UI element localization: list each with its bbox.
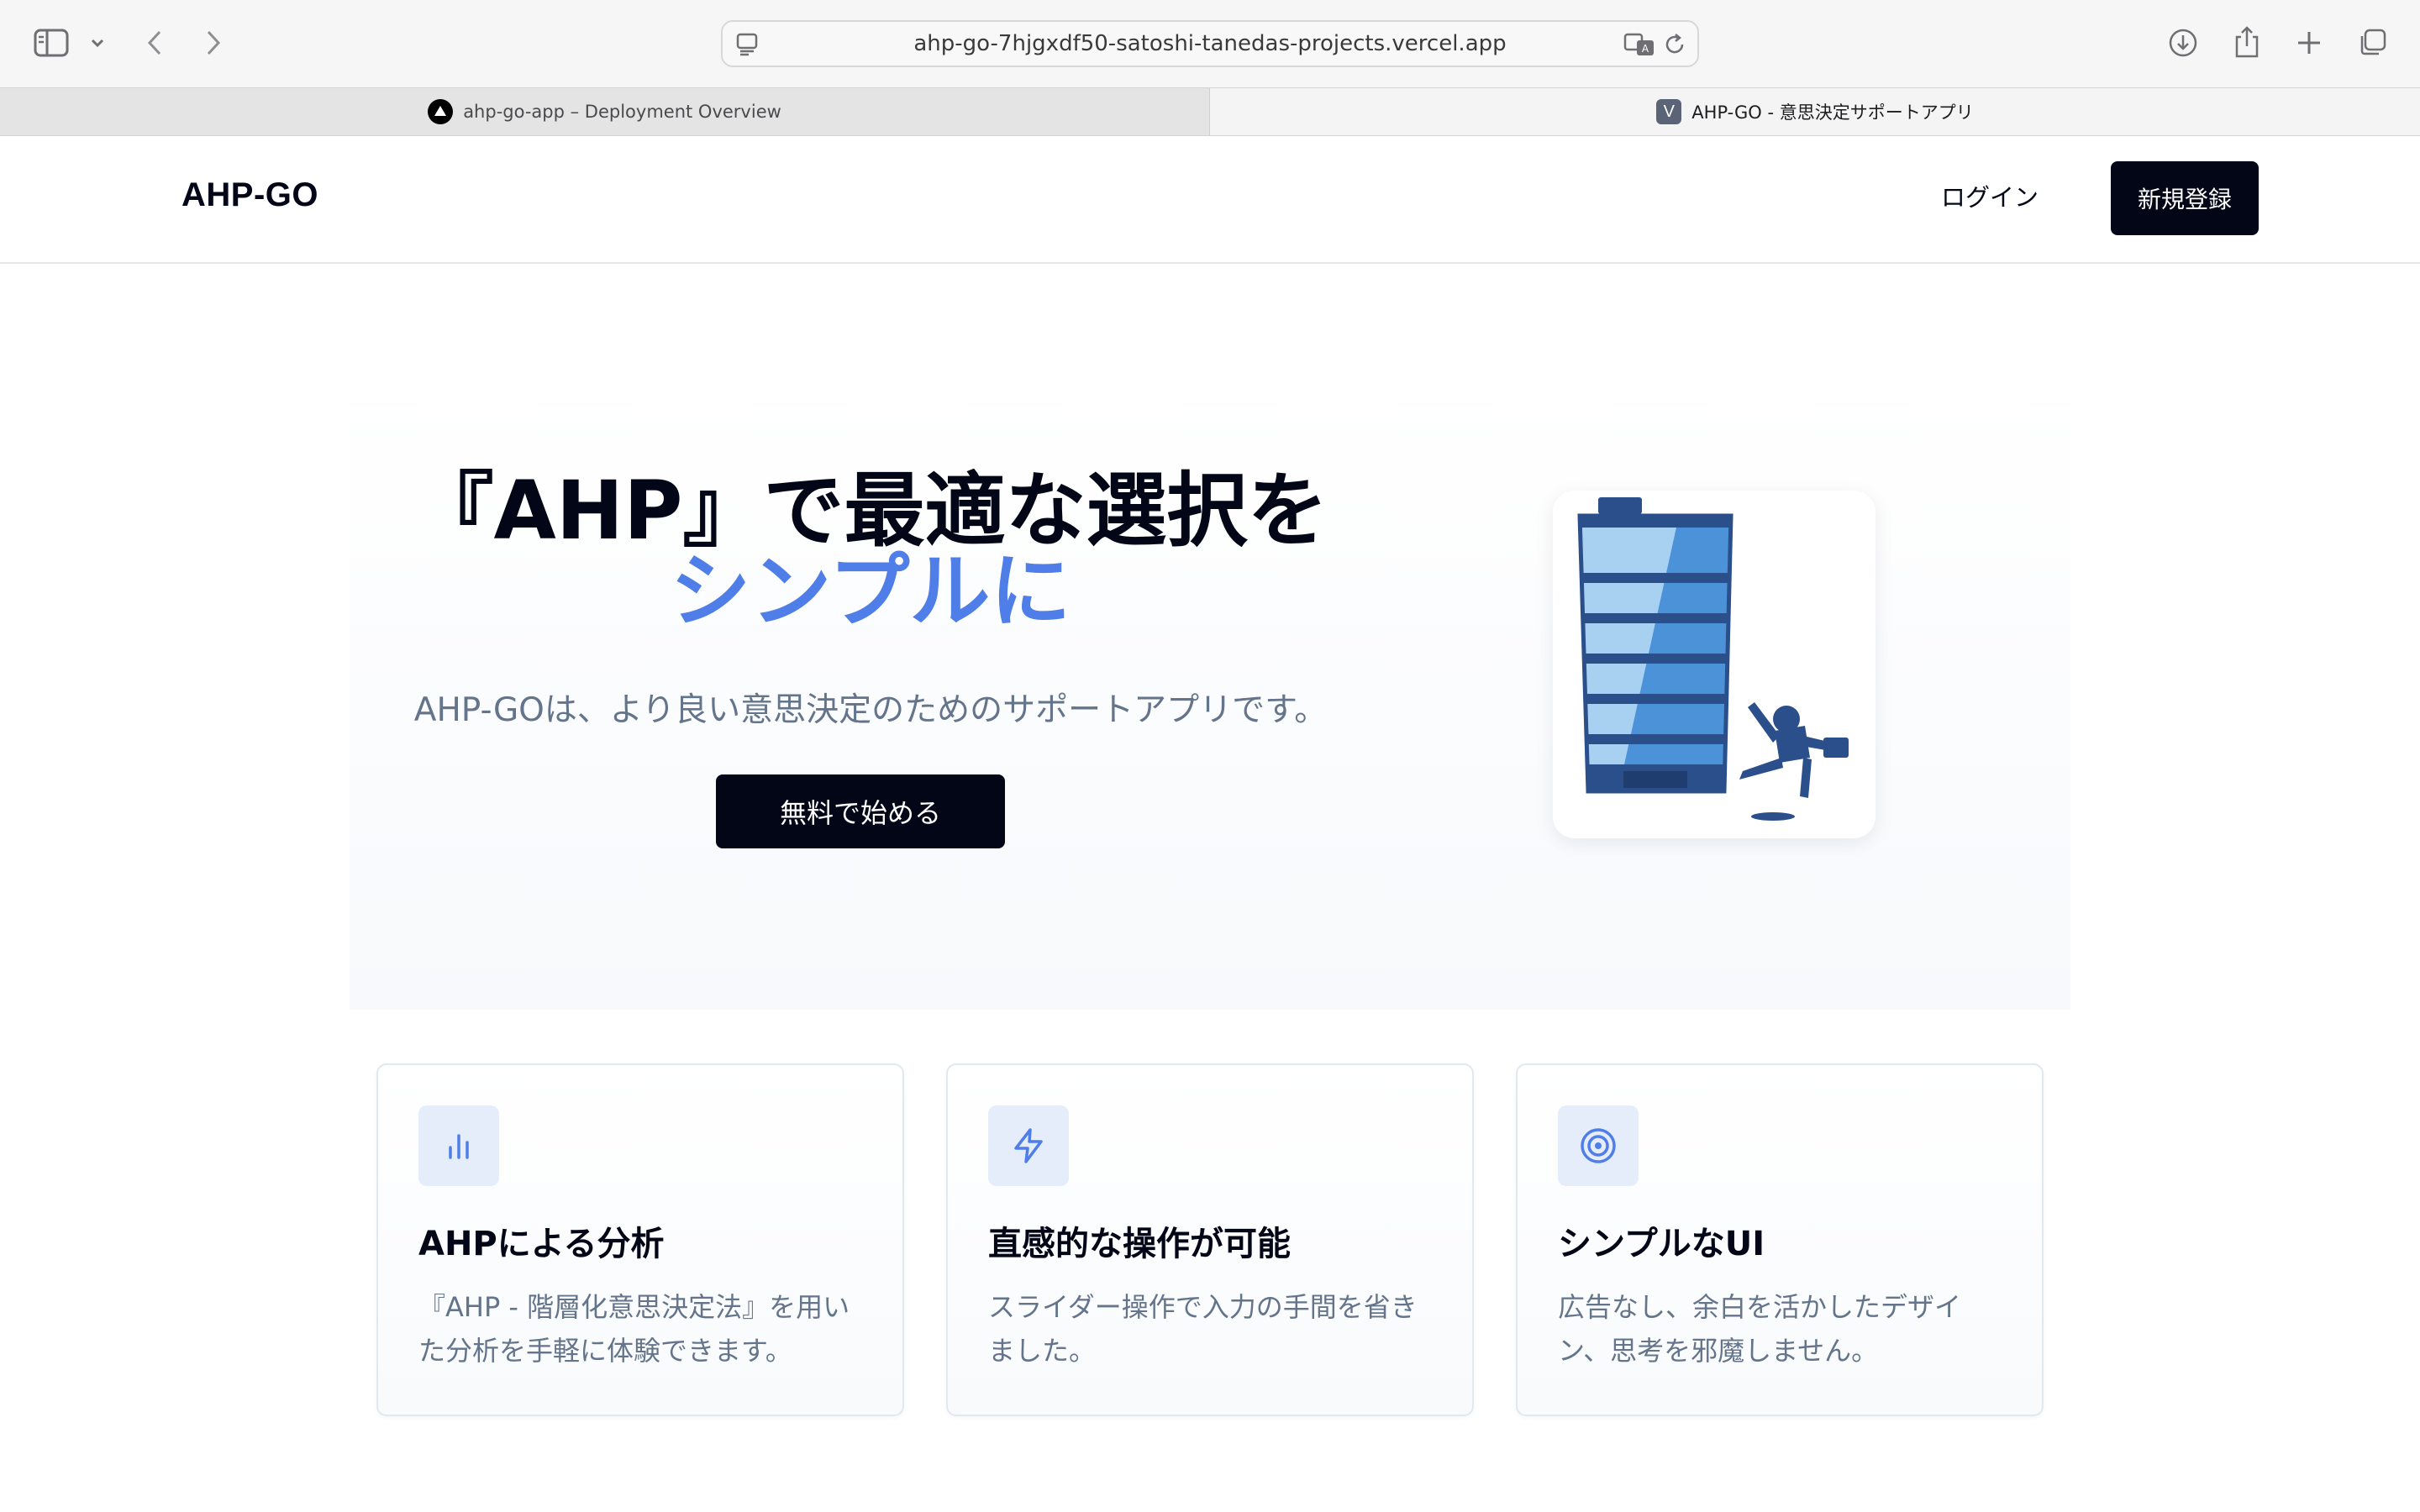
v-letter-icon: V bbox=[1656, 99, 1682, 124]
hero-title-line2: シンプルに bbox=[670, 544, 1071, 638]
feature-card: AHPによる分析 『AHP - 階層化意思決定法』を用いた分析を手軽に体験できま… bbox=[376, 1063, 904, 1416]
feature-description: 『AHP - 階層化意思決定法』を用いた分析を手軽に体験できます。 bbox=[418, 1291, 850, 1367]
download-icon[interactable] bbox=[2166, 25, 2200, 60]
feature-description: スライダー操作で入力の手間を省きました。 bbox=[988, 1291, 1418, 1367]
address-bar[interactable]: ahp-go-7hjgxdf50-satoshi-tanedas-project… bbox=[721, 20, 1699, 67]
feature-description: 広告なし、余白を活かしたデザイン、思考を邪魔しません。 bbox=[1558, 1291, 1962, 1367]
new-tab-plus-icon[interactable] bbox=[2292, 25, 2326, 60]
translate-icon[interactable]: A bbox=[1623, 32, 1655, 60]
tab-label: AHP-GO - 意思決定サポートアプリ bbox=[1691, 102, 1974, 123]
hero-subtitle: AHP-GOは、より良い意思決定のためのサポートアプリです。 bbox=[413, 691, 1328, 729]
falling-battery-businessman-illustration bbox=[1553, 491, 1876, 838]
feature-card: 直感的な操作が可能 スライダー操作で入力の手間を省きました。 bbox=[946, 1063, 1474, 1416]
target-icon bbox=[1558, 1105, 1639, 1186]
forward-arrow-icon[interactable] bbox=[198, 25, 229, 60]
tab-label: ahp-go-app – Deployment Overview bbox=[463, 102, 781, 122]
feature-title: シンプルなUI bbox=[1558, 1225, 1765, 1263]
tab-deployment-overview[interactable]: ahp-go-app – Deployment Overview bbox=[0, 88, 1210, 135]
lightning-icon bbox=[988, 1105, 1069, 1186]
back-arrow-icon[interactable] bbox=[139, 25, 170, 60]
url-text: ahp-go-7hjgxdf50-satoshi-tanedas-project… bbox=[913, 31, 1507, 56]
vercel-triangle-icon bbox=[428, 99, 454, 124]
bar-chart-icon bbox=[418, 1105, 499, 1186]
tab-strip: ahp-go-app – Deployment Overview V AHP-G… bbox=[0, 87, 2420, 136]
hero-section: 『AHP』で最適な選択を シンプルに AHP-GOは、より良い意思決定のためのサ… bbox=[350, 386, 2070, 1010]
feature-card: シンプルなUI 広告なし、余白を活かしたデザイン、思考を邪魔しません。 bbox=[1516, 1063, 2044, 1416]
site-logo[interactable]: AHP-GO bbox=[182, 176, 318, 214]
svg-text:A: A bbox=[1642, 43, 1649, 55]
feature-title: AHPによる分析 bbox=[418, 1225, 665, 1263]
feature-title: 直感的な操作が可能 bbox=[988, 1225, 1291, 1263]
share-icon[interactable] bbox=[2230, 24, 2264, 60]
signup-button[interactable]: 新規登録 bbox=[2111, 161, 2259, 235]
site-header: AHP-GO ログイン 新規登録 bbox=[0, 136, 2420, 264]
login-link[interactable]: ログイン bbox=[1941, 178, 2039, 213]
get-started-button[interactable]: 無料で始める bbox=[716, 774, 1005, 848]
tab-overview-icon[interactable] bbox=[2354, 25, 2390, 60]
hero-title: 『AHP』で最適な選択を シンプルに bbox=[350, 470, 1392, 632]
chevron-down-icon[interactable] bbox=[86, 30, 109, 55]
sidebar-toggle-icon[interactable] bbox=[32, 25, 71, 60]
tab-ahp-go[interactable]: V AHP-GO - 意思決定サポートアプリ bbox=[1210, 88, 2420, 135]
reload-icon[interactable] bbox=[1662, 32, 1687, 60]
browser-toolbar: ahp-go-7hjgxdf50-satoshi-tanedas-project… bbox=[0, 0, 2420, 87]
